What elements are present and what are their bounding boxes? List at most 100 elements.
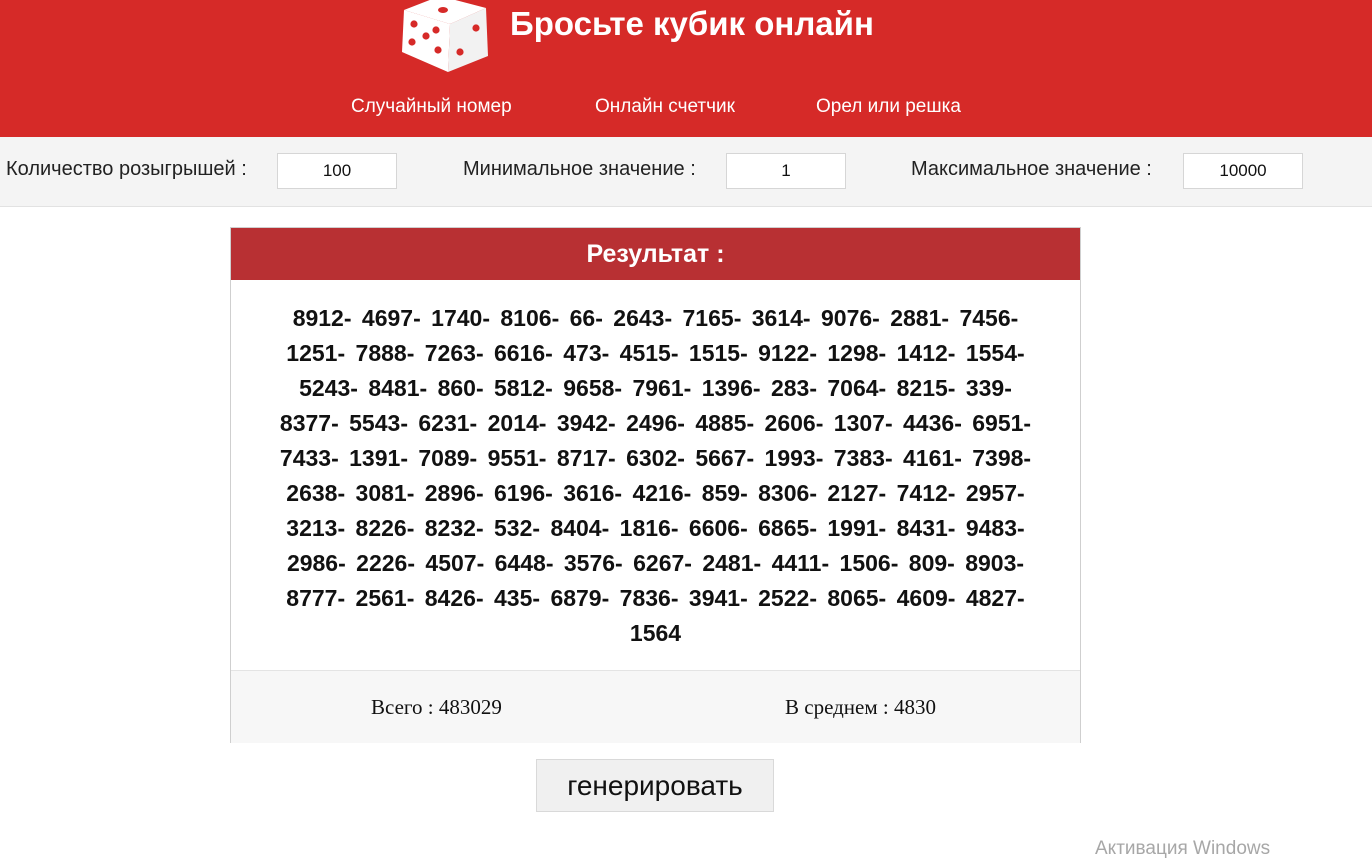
result-summary: Всего : 483029 В среднем : 4830 bbox=[231, 670, 1080, 743]
result-number: 1391 bbox=[349, 441, 408, 476]
result-number: 4609 bbox=[897, 581, 956, 616]
result-number: 7836 bbox=[620, 581, 679, 616]
result-number: 2606 bbox=[765, 406, 824, 441]
result-number: 4827 bbox=[966, 581, 1025, 616]
result-title: Результат : bbox=[231, 228, 1080, 280]
result-number: 8431 bbox=[897, 511, 956, 546]
result-number: 1554 bbox=[966, 336, 1025, 371]
result-number: 1412 bbox=[897, 336, 956, 371]
result-number: 6606 bbox=[689, 511, 748, 546]
result-number: 3081 bbox=[356, 476, 415, 511]
result-number: 6865 bbox=[758, 511, 817, 546]
result-number: 2226 bbox=[356, 546, 415, 581]
max-label: Максимальное значение : bbox=[911, 158, 1152, 180]
result-number: 2986 bbox=[287, 546, 346, 581]
result-number: 1396 bbox=[702, 371, 761, 406]
result-number: 4411 bbox=[772, 546, 830, 581]
result-number: 6879 bbox=[550, 581, 609, 616]
result-number: 7888 bbox=[356, 336, 415, 371]
result-number: 7961 bbox=[632, 371, 691, 406]
result-number: 7383 bbox=[834, 441, 893, 476]
generate-button[interactable]: генерировать bbox=[536, 759, 774, 812]
site-title: Бросьте кубик онлайн bbox=[510, 5, 874, 42]
result-number: 6231 bbox=[418, 406, 477, 441]
result-number: 4436 bbox=[903, 406, 962, 441]
result-number: 3213 bbox=[286, 511, 345, 546]
result-number: 2638 bbox=[286, 476, 345, 511]
nav-heads-or-tails[interactable]: Орел или решка bbox=[816, 96, 961, 118]
result-number: 7165 bbox=[683, 301, 742, 336]
result-number: 4161 bbox=[903, 441, 962, 476]
windows-activation-watermark: Активация Windows bbox=[1095, 838, 1271, 859]
result-number: 2496 bbox=[626, 406, 685, 441]
nav-online-counter[interactable]: Онлайн счетчик bbox=[595, 96, 735, 118]
result-number: 8215 bbox=[897, 371, 956, 406]
result-number: 7456 bbox=[959, 301, 1018, 336]
result-number: 9483 bbox=[966, 511, 1025, 546]
result-number: 2643 bbox=[613, 301, 672, 336]
result-number: 4697 bbox=[362, 301, 421, 336]
result-number: 8226 bbox=[356, 511, 415, 546]
result-number: 4885 bbox=[695, 406, 754, 441]
result-number: 8065 bbox=[827, 581, 886, 616]
result-number: 2881 bbox=[890, 301, 949, 336]
result-number: 9076 bbox=[821, 301, 880, 336]
result-number: 2957 bbox=[966, 476, 1025, 511]
result-number: 6616 bbox=[494, 336, 553, 371]
average-value: В среднем : 4830 bbox=[785, 695, 936, 719]
result-number: 8106 bbox=[500, 301, 559, 336]
result-number: 9551 bbox=[488, 441, 547, 476]
result-number: 6267 bbox=[633, 546, 692, 581]
result-number: 8481 bbox=[368, 371, 427, 406]
result-number: 8426 bbox=[425, 581, 484, 616]
main-nav: Случайный номер Онлайн счетчик Орел или … bbox=[0, 96, 1372, 120]
result-number: 435 bbox=[494, 581, 540, 616]
dice-icon[interactable] bbox=[398, 0, 492, 74]
result-number: 1993 bbox=[765, 441, 824, 476]
draws-label: Количество розыгрышей : bbox=[6, 158, 247, 180]
result-number: 339 bbox=[966, 371, 1012, 406]
result-number: 7398 bbox=[972, 441, 1031, 476]
result-number: 6302 bbox=[626, 441, 685, 476]
site-header: Бросьте кубик онлайн Случайный номер Онл… bbox=[0, 0, 1372, 137]
result-number: 3616 bbox=[563, 476, 622, 511]
max-value-input[interactable] bbox=[1183, 153, 1303, 189]
result-number: 6448 bbox=[495, 546, 554, 581]
result-number: 6951 bbox=[972, 406, 1031, 441]
result-number: 4216 bbox=[632, 476, 691, 511]
result-number: 4515 bbox=[620, 336, 679, 371]
result-number: 8777 bbox=[286, 581, 345, 616]
result-number: 7263 bbox=[425, 336, 484, 371]
result-number: 1991 bbox=[827, 511, 886, 546]
result-number: 860 bbox=[438, 371, 484, 406]
result-number: 1506 bbox=[840, 546, 899, 581]
result-number: 1251 bbox=[286, 336, 345, 371]
result-number: 1307 bbox=[834, 406, 893, 441]
result-number: 5543 bbox=[349, 406, 408, 441]
result-number: 532 bbox=[494, 511, 540, 546]
result-number: 7089 bbox=[418, 441, 477, 476]
result-number: 9658 bbox=[563, 371, 622, 406]
result-number: 6196 bbox=[494, 476, 553, 511]
total-sum: Всего : 483029 bbox=[371, 695, 502, 719]
result-number: 8717 bbox=[557, 441, 616, 476]
result-numbers: 8912 4697 1740 8106 66 2643 7165 3614 90… bbox=[231, 301, 1080, 669]
result-number: 8306 bbox=[758, 476, 817, 511]
result-number: 2522 bbox=[758, 581, 817, 616]
result-number: 9122 bbox=[758, 336, 817, 371]
result-number: 1515 bbox=[689, 336, 748, 371]
result-number: 2896 bbox=[425, 476, 484, 511]
result-number: 473 bbox=[563, 336, 609, 371]
draws-input[interactable] bbox=[277, 153, 397, 189]
result-number: 66 bbox=[570, 301, 603, 336]
result-number: 2561 bbox=[356, 581, 415, 616]
result-number: 4507 bbox=[425, 546, 484, 581]
result-number: 7412 bbox=[897, 476, 956, 511]
result-panel: Результат : 8912 4697 1740 8106 66 2643 … bbox=[230, 227, 1081, 743]
nav-random-number[interactable]: Случайный номер bbox=[351, 96, 512, 118]
result-number: 2481 bbox=[702, 546, 761, 581]
result-number: 8912 bbox=[293, 301, 352, 336]
result-number: 7064 bbox=[827, 371, 886, 406]
min-value-input[interactable] bbox=[726, 153, 846, 189]
result-number: 5667 bbox=[695, 441, 754, 476]
